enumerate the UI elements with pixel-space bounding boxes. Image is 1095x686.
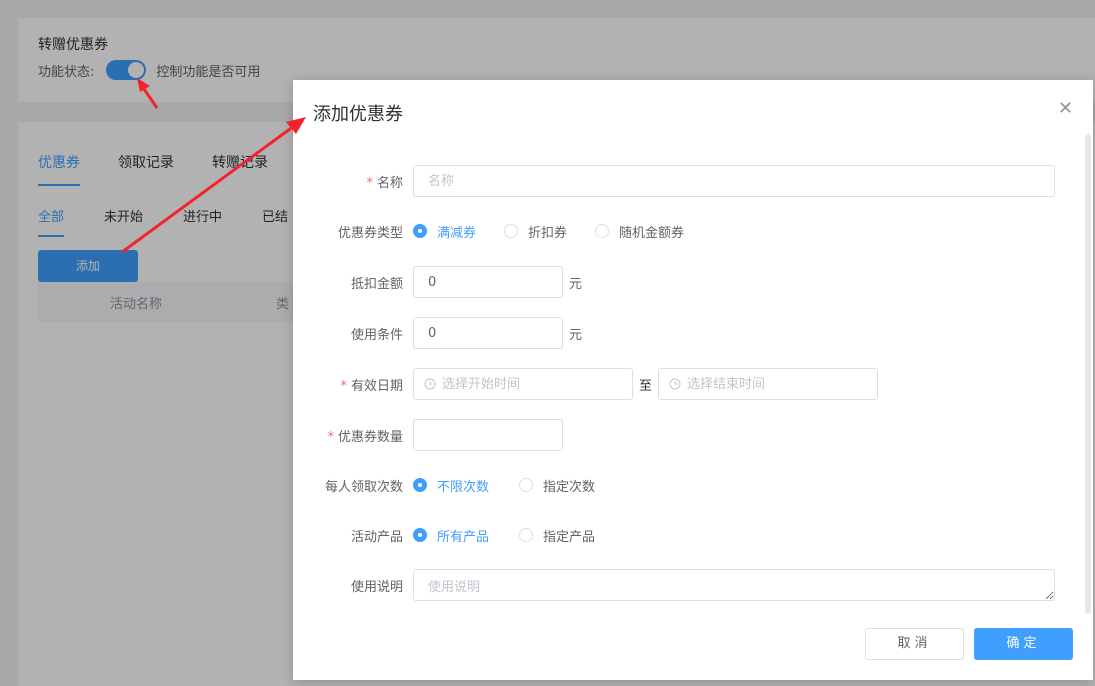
radio-dot <box>519 478 534 492</box>
dialog-scrollbar[interactable] <box>1085 134 1091 614</box>
radio-label: 不限次数 <box>437 479 490 495</box>
radio-discount[interactable]: 折扣券 <box>504 222 567 241</box>
radio-dot <box>413 528 427 542</box>
form-row-description: 使用说明 <box>293 569 1055 601</box>
products-label: 活动产品 <box>350 529 403 545</box>
end-date-input[interactable] <box>687 376 858 392</box>
radio-specified-times[interactable]: 指定次数 <box>519 476 595 495</box>
form-row-quantity: * 优惠券数量 <box>293 419 563 451</box>
cancel-button[interactable]: 取消 <box>865 628 964 660</box>
radio-specified-products[interactable]: 指定产品 <box>519 526 595 545</box>
form-row-name: * 名称 <box>293 165 1055 197</box>
required-mark: * <box>340 378 347 394</box>
required-mark: * <box>366 175 373 191</box>
radio-dot <box>595 224 610 238</box>
valid-date-label: 有效日期 <box>350 378 403 394</box>
radio-label: 所有产品 <box>437 529 490 545</box>
discount-amount-label: 抵扣金额 <box>350 276 403 292</box>
description-label: 使用说明 <box>350 579 403 595</box>
name-input[interactable] <box>413 165 1055 197</box>
form-row-coupon-type: 优惠券类型 满减券 折扣券 随机金额券 <box>293 215 712 247</box>
radio-label: 折扣券 <box>528 225 568 241</box>
per-person-label: 每人领取次数 <box>324 479 403 495</box>
close-icon[interactable]: ✕ <box>1058 98 1073 119</box>
name-label: 名称 <box>376 175 403 191</box>
quantity-label: 优惠券数量 <box>337 429 403 445</box>
form-row-usage-condition: 使用条件 元 <box>293 317 582 349</box>
date-range-separator: 至 <box>639 378 653 394</box>
radio-dot <box>413 478 427 492</box>
radio-label: 随机金额券 <box>619 225 685 241</box>
form-row-valid-date: *有效日期 至 <box>293 368 879 400</box>
radio-dot <box>504 224 519 238</box>
confirm-button[interactable]: 确定 <box>974 628 1073 660</box>
radio-full-reduction[interactable]: 满减券 <box>413 222 476 241</box>
form-row-discount-amount: 抵扣金额 元 <box>293 266 582 298</box>
discount-amount-unit: 元 <box>569 276 583 292</box>
radio-label: 指定产品 <box>543 529 596 545</box>
description-textarea[interactable] <box>413 569 1055 601</box>
radio-random-amount[interactable]: 随机金额券 <box>595 222 684 241</box>
quantity-input[interactable] <box>413 419 563 451</box>
radio-label: 指定次数 <box>543 479 596 495</box>
products-radio-group: 所有产品 指定产品 <box>413 526 623 545</box>
radio-unlimited[interactable]: 不限次数 <box>413 476 489 495</box>
clock-icon <box>424 378 436 390</box>
usage-condition-input[interactable] <box>413 317 563 349</box>
usage-condition-unit: 元 <box>569 327 583 343</box>
form-row-products: 活动产品 所有产品 指定产品 <box>293 519 623 551</box>
radio-dot <box>519 528 534 542</box>
coupon-type-radio-group: 满减券 折扣券 随机金额券 <box>413 222 712 241</box>
radio-all-products[interactable]: 所有产品 <box>413 526 489 545</box>
per-person-radio-group: 不限次数 指定次数 <box>413 476 623 495</box>
discount-amount-input[interactable] <box>413 266 563 298</box>
form-row-per-person: 每人领取次数 不限次数 指定次数 <box>293 469 623 501</box>
dialog-title: 添加优惠券 <box>313 104 403 125</box>
add-coupon-dialog: 添加优惠券 ✕ *名称 优惠券类型 满减券 折扣券 随机金额券 抵扣金额 元 使… <box>293 80 1093 680</box>
start-date-input[interactable] <box>442 376 612 392</box>
start-date-picker[interactable] <box>413 368 633 400</box>
coupon-type-label: 优惠券类型 <box>337 225 403 241</box>
radio-dot <box>413 224 427 238</box>
usage-condition-label: 使用条件 <box>350 327 403 343</box>
clock-icon <box>669 378 681 390</box>
end-date-picker[interactable] <box>658 368 879 400</box>
radio-label: 满减券 <box>437 225 477 241</box>
required-mark: * <box>327 429 334 445</box>
